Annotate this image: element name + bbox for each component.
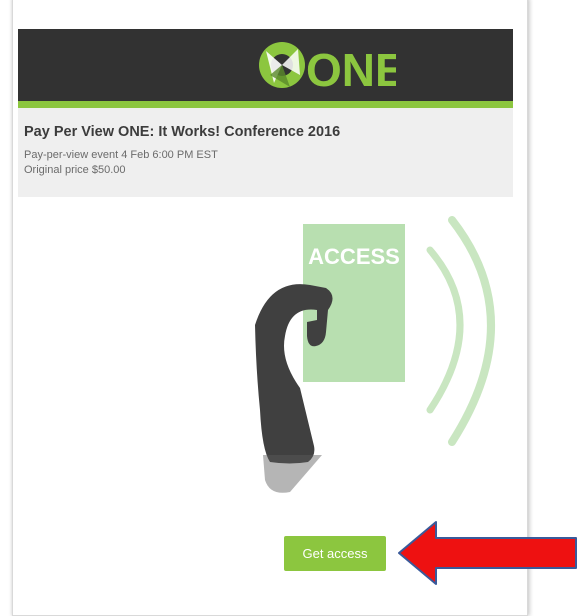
hand-holding-card-icon: ACCESS — [255, 216, 495, 493]
red-arrow-icon — [398, 521, 577, 585]
one-logo-icon: ONE — [259, 42, 396, 95]
get-access-button[interactable]: Get access — [284, 536, 386, 571]
event-price: Original price $50.00 — [24, 164, 126, 176]
event-schedule: Pay-per-view event 4 Feb 6:00 PM EST — [24, 149, 218, 161]
card-label: ACCESS — [308, 244, 400, 269]
event-banner: ONE — [18, 29, 513, 108]
event-title: Pay Per View ONE: It Works! Conference 2… — [24, 124, 341, 140]
logo-text: ONE — [306, 44, 396, 95]
signal-waves-icon — [426, 216, 495, 446]
event-info-panel: Pay Per View ONE: It Works! Conference 2… — [18, 108, 513, 197]
banner-stripe — [18, 101, 513, 108]
